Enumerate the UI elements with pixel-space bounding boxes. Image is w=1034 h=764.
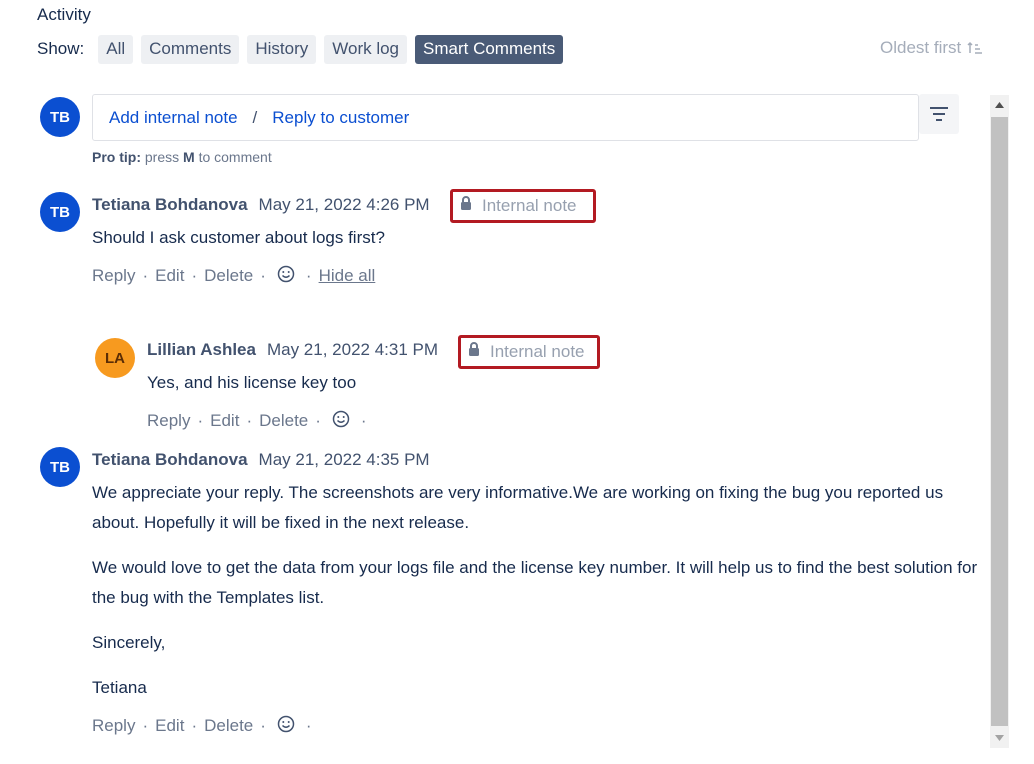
add-internal-note-link[interactable]: Add internal note <box>109 108 238 128</box>
avatar: TB <box>40 97 80 137</box>
separator-dot: · <box>191 716 198 735</box>
reply-to-customer-link[interactable]: Reply to customer <box>272 108 409 128</box>
separator-dot: · <box>260 266 266 285</box>
sort-ascending-icon <box>967 41 983 54</box>
comment-body: Yes, and his license key too <box>147 373 357 392</box>
separator-dot: · <box>305 266 312 285</box>
internal-note-label: Internal note <box>482 196 577 215</box>
delete-button[interactable]: Delete <box>204 266 253 286</box>
hide-all-link[interactable]: Hide all <box>319 266 376 286</box>
comment-header: Lillian Ashlea May 21, 2022 4:31 PM · <box>147 340 470 360</box>
smiley-icon <box>277 265 295 283</box>
internal-note-badge: Internal note <box>450 189 596 223</box>
comment-actions: Reply · Edit · Delete · · <box>92 715 319 737</box>
activity-title: Activity <box>37 5 91 24</box>
sort-order-toggle[interactable]: Oldest first <box>880 38 983 58</box>
comment-header: Tetiana Bohdanova May 21, 2022 4:35 PM <box>92 450 430 470</box>
separator-dot: · <box>360 411 367 430</box>
scrollbar-thumb[interactable] <box>991 117 1008 726</box>
show-label: Show: <box>37 39 85 58</box>
vertical-scrollbar[interactable] <box>990 95 1009 748</box>
triangle-up-icon <box>995 102 1004 108</box>
separator-dot: · <box>142 266 149 285</box>
avatar: LA <box>95 338 135 378</box>
pro-tip-prefix: Pro tip: <box>92 149 141 165</box>
comment-timestamp[interactable]: May 21, 2022 4:26 PM <box>259 195 430 215</box>
pro-tip-suffix: to comment <box>194 149 272 165</box>
comment-paragraph: We appreciate your reply. The screenshot… <box>92 483 944 532</box>
comment-paragraph: We would love to get the data from your … <box>92 558 978 607</box>
separator-dot: · <box>142 716 149 735</box>
triangle-down-icon <box>995 735 1004 741</box>
filter-icon <box>930 107 948 121</box>
comment-paragraph: Tetiana <box>92 678 147 697</box>
activity-filter-bar: Show: All Comments History Work log Smar… <box>37 34 571 64</box>
comment-author[interactable]: Tetiana Bohdanova <box>92 450 248 470</box>
scroll-up-arrow[interactable] <box>990 95 1009 115</box>
add-reaction-button[interactable] <box>277 265 295 283</box>
comment-timestamp[interactable]: May 21, 2022 4:35 PM <box>259 450 430 470</box>
filter-smart-comments-button[interactable]: Smart Comments <box>415 34 564 64</box>
filter-all-button[interactable]: All <box>98 34 134 64</box>
comment-actions: Reply · Edit · Delete · · <box>147 410 374 432</box>
filter-history-button[interactable]: History <box>247 34 317 64</box>
internal-note-badge: Internal note <box>458 335 600 369</box>
edit-button[interactable]: Edit <box>155 716 184 736</box>
scroll-down-arrow[interactable] <box>990 728 1009 748</box>
avatar: TB <box>40 192 80 232</box>
comment-author[interactable]: Tetiana Bohdanova <box>92 195 248 215</box>
separator-dot: · <box>305 716 312 735</box>
add-reaction-button[interactable] <box>277 715 295 733</box>
smiley-icon <box>277 715 295 733</box>
comment-actions: Reply · Edit · Delete · · Hide all <box>92 265 375 287</box>
comment-header: Tetiana Bohdanova May 21, 2022 4:26 PM · <box>92 195 461 215</box>
separator-dot: · <box>191 266 198 285</box>
comment-body: Should I ask customer about logs first? <box>92 228 385 247</box>
pro-tip-key: M <box>183 149 195 165</box>
sort-order-label: Oldest first <box>880 38 962 57</box>
edit-button[interactable]: Edit <box>155 266 184 286</box>
composer-separator: / <box>252 107 258 127</box>
pro-tip: Pro tip: press M to comment <box>92 149 272 165</box>
reply-button[interactable]: Reply <box>92 716 135 736</box>
avatar: TB <box>40 447 80 487</box>
comment-composer[interactable]: Add internal note / Reply to customer <box>92 94 919 141</box>
lock-icon <box>461 196 471 210</box>
reply-button[interactable]: Reply <box>92 266 135 286</box>
delete-button[interactable]: Delete <box>259 411 308 431</box>
filter-comments-button[interactable]: Comments <box>141 34 240 64</box>
smiley-icon <box>332 410 350 428</box>
comment-paragraph: Sincerely, <box>92 633 166 652</box>
filter-menu-button[interactable] <box>919 94 959 134</box>
add-reaction-button[interactable] <box>332 410 350 428</box>
edit-button[interactable]: Edit <box>210 411 239 431</box>
separator-dot: · <box>260 716 266 735</box>
internal-note-label: Internal note <box>490 342 585 361</box>
delete-button[interactable]: Delete <box>204 716 253 736</box>
comment-author[interactable]: Lillian Ashlea <box>147 340 256 360</box>
reply-button[interactable]: Reply <box>147 411 190 431</box>
separator-dot: · <box>197 411 204 430</box>
comment-timestamp[interactable]: May 21, 2022 4:31 PM <box>267 340 438 360</box>
lock-icon <box>469 342 479 356</box>
pro-tip-text: press <box>141 149 184 165</box>
separator-dot: · <box>315 411 321 430</box>
separator-dot: · <box>246 411 253 430</box>
filter-work-log-button[interactable]: Work log <box>324 34 408 64</box>
